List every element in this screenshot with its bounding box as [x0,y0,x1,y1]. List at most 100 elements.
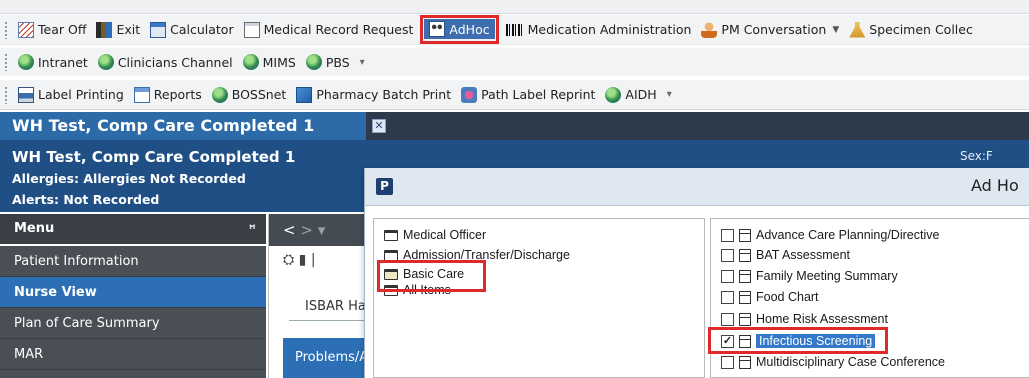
sex-text: Sex:F [960,149,993,163]
form-document-icon [739,355,751,369]
globe-icon [242,54,259,70]
calculator-icon [150,21,167,38]
dialog-title: Ad Ho [971,176,1019,195]
isbar-label[interactable]: ISBAR Ha [305,299,366,314]
toolbar-overflow-icon[interactable]: ▾ [357,57,368,68]
toolbar-row-3: Label Printing Reports BOSSnet Pharmacy … [0,80,1029,110]
pharmacy-icon [296,86,313,103]
exit-button[interactable]: Exit [91,19,145,41]
bossnet-label: BOSSnet [231,87,287,102]
pin-icon[interactable]: ꟸ [249,214,256,244]
folder-medical-officer[interactable]: Medical Officer [384,227,486,243]
globe-icon [18,54,34,70]
binoculars-icon[interactable]: ⛭ [283,252,294,268]
pbs-label: PBS [325,54,350,70]
patient-tab[interactable]: WH Test, Comp Care Completed 1 [0,112,366,140]
form-label: Multidisciplinary Case Conference [756,355,945,369]
pm-conversation-label: PM Conversation [721,22,827,37]
back-arrow-icon[interactable]: < [283,221,296,239]
medical-record-icon [243,21,260,38]
globe-icon [305,54,322,70]
menu-item-nurse-view[interactable]: Nurse View [0,277,266,308]
reports-icon [133,86,150,103]
aidh-link[interactable]: AIDH [600,84,661,106]
adhoc-label: AdHoc [449,21,490,37]
toolbar-grip[interactable] [4,85,8,104]
nav-dropdown-icon[interactable]: ▾ [318,221,326,239]
path-label-reprint-button[interactable]: Path Label Reprint [456,84,600,106]
calculator-label: Calculator [170,22,234,37]
adhoc-highlight-box: AdHoc [420,15,499,44]
form-label: Advance Care Planning/Directive [756,228,940,242]
form-checkbox[interactable] [721,355,734,369]
patient-name: WH Test, Comp Care Completed 1 [12,148,296,166]
mims-link[interactable]: MIMS [238,51,301,73]
form-item-selected[interactable]: ✓ Infectious Screening [721,333,876,349]
isbar-divider [289,320,369,321]
form-item[interactable]: Food Chart [721,289,819,305]
tear-off-button[interactable]: Tear Off [13,19,91,41]
globe-icon [97,54,114,70]
folder-label: All Items [403,283,451,297]
form-checkbox[interactable] [721,228,734,242]
menu-item-patient-information[interactable]: Patient Information [0,246,266,277]
specimen-icon [849,21,866,38]
document-icon[interactable]: ▮ [299,252,307,268]
toolbar-grip[interactable] [4,53,8,71]
folder-admission-transfer-discharge[interactable]: Admission/Transfer/Discharge [384,247,570,263]
form-item[interactable]: Family Meeting Summary [721,268,898,284]
clinicians-channel-link[interactable]: Clinicians Channel [93,51,238,73]
specimen-collection-label: Specimen Collec [869,22,973,37]
person-icon [701,21,718,38]
pbs-link[interactable]: PBS [301,51,355,73]
folder-icon [384,284,398,296]
medical-record-request-button[interactable]: Medical Record Request [239,19,419,41]
form-document-icon [739,228,751,242]
toolbar-overflow-icon[interactable]: ▾ [664,89,675,100]
menu-item-mar[interactable]: MAR [0,339,266,370]
form-item[interactable]: Home Risk Assessment [721,311,888,327]
form-checkbox-checked[interactable]: ✓ [721,334,734,348]
bossnet-link[interactable]: BOSSnet [207,84,292,106]
folder-all-items[interactable]: All Items [384,282,451,298]
label-printing-button[interactable]: Label Printing [13,84,129,106]
form-checkbox[interactable] [721,248,734,262]
form-label: Home Risk Assessment [756,312,888,326]
toolbar-grip[interactable] [4,20,8,39]
calculator-button[interactable]: Calculator [145,19,238,41]
globe-icon [605,86,622,103]
form-label: Infectious Screening [756,334,876,348]
folder-basic-care[interactable]: Basic Care [384,266,464,282]
label-printing-label: Label Printing [38,87,124,102]
forward-arrow-icon[interactable]: > [300,221,313,239]
form-checkbox[interactable] [721,290,734,304]
problems-tab[interactable]: Problems/A [283,338,369,378]
chevron-down-icon[interactable]: ▼ [832,25,839,35]
form-item[interactable]: BAT Assessment [721,247,850,263]
menu-header: Menu ꟸ [0,214,266,244]
pm-conversation-button[interactable]: PM Conversation ▼ [696,19,844,41]
close-icon[interactable]: ✕ [372,119,386,133]
medication-administration-button[interactable]: Medication Administration [501,19,697,41]
folder-label: Admission/Transfer/Discharge [403,248,570,262]
form-item[interactable]: Advance Care Planning/Directive [721,227,939,243]
folder-icon [384,229,398,241]
pharmacy-batch-print-button[interactable]: Pharmacy Batch Print [291,84,456,106]
folder-open-icon [384,268,398,280]
menu-item-plan-of-care-summary[interactable]: Plan of Care Summary [0,308,266,339]
specimen-collection-button[interactable]: Specimen Collec [844,19,978,41]
form-document-icon [739,269,751,283]
toolbar-row-1: Tear Off Exit Calculator Medical Record … [0,15,1029,45]
reports-button[interactable]: Reports [129,84,207,106]
content-tools: ⛭ ▮ | [283,252,316,268]
exit-icon [96,21,113,38]
form-item[interactable]: Multidisciplinary Case Conference [721,354,945,370]
form-checkbox[interactable] [721,312,734,326]
globe-icon [211,86,228,103]
reports-label: Reports [153,87,202,102]
content-area: < > ▾ ⛭ ▮ | ISBAR Ha Problems/A [268,214,369,378]
form-checkbox[interactable] [721,269,734,283]
clinicians-channel-label: Clinicians Channel [117,54,233,70]
intranet-link[interactable]: Intranet [13,51,93,73]
adhoc-button[interactable]: AdHoc [424,19,495,39]
